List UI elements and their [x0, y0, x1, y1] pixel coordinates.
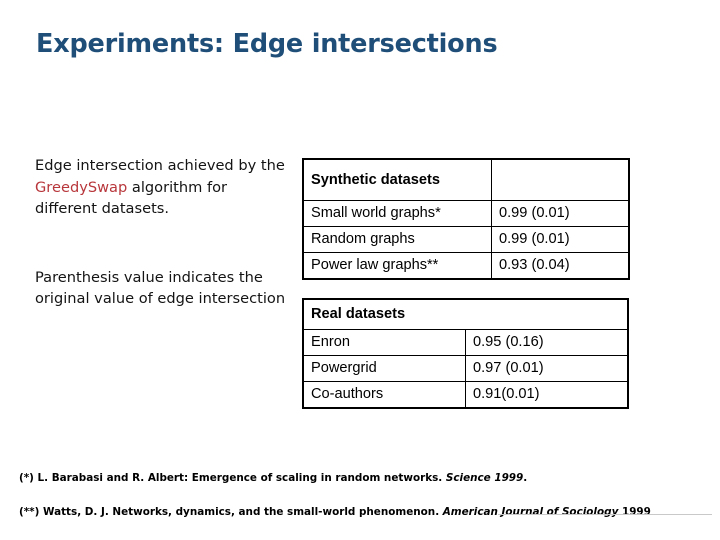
synthetic-section-header: Synthetic datasets — [303, 159, 492, 201]
real-datasets-table: Real datasets Enron 0.95 (0.16) Powergri… — [302, 298, 629, 409]
footnote-watts: (**) Watts, D. J. Networks, dynamics, an… — [19, 503, 709, 521]
footnote-two-tail: 1999 — [618, 506, 651, 518]
table-row: Co-authors 0.91(0.01) — [303, 381, 628, 408]
row-label-power-law-graphs: Power law graphs** — [303, 252, 492, 279]
synthetic-section-header-empty-cell — [491, 159, 629, 201]
paragraph-1-lead-text: Edge intersection achieved by the — [35, 157, 285, 174]
table-row: Synthetic datasets — [303, 159, 629, 201]
row-value-powergrid: 0.97 (0.01) — [465, 355, 628, 382]
footnote-one-journal: Science 1999 — [445, 472, 524, 484]
row-value-power-law-graphs: 0.93 (0.04) — [491, 252, 629, 279]
table-row: Enron 0.95 (0.16) — [303, 329, 628, 356]
row-label-powergrid: Powergrid — [303, 355, 466, 382]
footnote-two-text: (**) Watts, D. J. Networks, dynamics, an… — [19, 506, 443, 518]
table-row: Small world graphs* 0.99 (0.01) — [303, 200, 629, 227]
table-row: Real datasets — [303, 299, 628, 330]
description-paragraph-greedyswap: Edge intersection achieved by the Greedy… — [35, 155, 287, 220]
row-label-co-authors: Co-authors — [303, 381, 466, 408]
synthetic-datasets-table: Synthetic datasets Small world graphs* 0… — [302, 158, 630, 280]
real-section-header: Real datasets — [303, 299, 628, 330]
row-value-small-world-graphs: 0.99 (0.01) — [491, 200, 629, 227]
row-value-random-graphs: 0.99 (0.01) — [491, 226, 629, 253]
footnote-barabasi-albert: (*) L. Barabasi and R. Albert: Emergence… — [19, 469, 699, 487]
greedyswap-algorithm-name: GreedySwap — [35, 178, 128, 196]
footer-divider — [498, 514, 712, 515]
table-row: Random graphs 0.99 (0.01) — [303, 226, 629, 253]
row-value-enron: 0.95 (0.16) — [465, 329, 628, 356]
row-label-enron: Enron — [303, 329, 466, 356]
description-text-block: Edge intersection achieved by the Greedy… — [35, 155, 287, 310]
page-title: Experiments: Edge intersections — [36, 29, 498, 59]
row-value-co-authors: 0.91(0.01) — [465, 381, 628, 408]
footnote-one-text: (*) L. Barabasi and R. Albert: Emergence… — [19, 472, 446, 484]
row-label-small-world-graphs: Small world graphs* — [303, 200, 492, 227]
footnote-two-journal: American Journal of Sociology — [442, 506, 619, 518]
table-row: Power law graphs** 0.93 (0.04) — [303, 252, 629, 279]
footnote-one-tail: . — [523, 472, 528, 484]
row-label-random-graphs: Random graphs — [303, 226, 492, 253]
table-row: Powergrid 0.97 (0.01) — [303, 355, 628, 382]
description-paragraph-parenthesis: Parenthesis value indicates the original… — [35, 268, 286, 308]
